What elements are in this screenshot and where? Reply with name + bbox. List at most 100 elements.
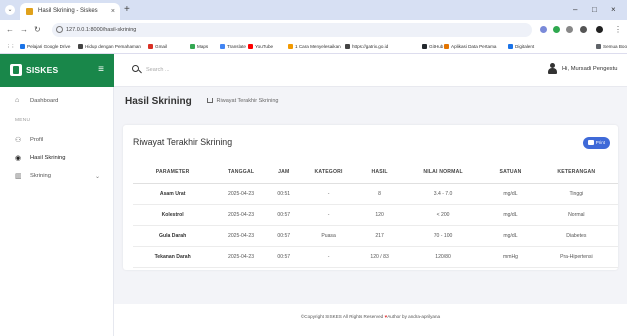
- bookmark-icon: [78, 44, 83, 50]
- bookmark-icon: [148, 44, 153, 50]
- browser-tab[interactable]: Hasil Skrining - Siskes ×: [20, 3, 120, 20]
- extensions-puzzle-icon[interactable]: [566, 26, 573, 33]
- bookmark-item[interactable]: Maps: [190, 40, 209, 53]
- bookmark-label: Hidup dengan Pemahaman: [85, 44, 141, 49]
- table-cell-satuan: mmHg: [486, 246, 535, 268]
- table-cell-parameter: Asam Urat: [133, 183, 213, 205]
- table-cell-satuan: mg/dL: [486, 204, 535, 226]
- browser-tab-bar: ⌄ Hasil Skrining - Siskes × + – □ ×: [0, 0, 627, 20]
- tab-title: Hasil Skrining - Siskes: [38, 8, 98, 14]
- site-info-icon[interactable]: [56, 26, 63, 33]
- menu-toggle-icon[interactable]: ≡: [98, 64, 104, 76]
- brand-name: SISKES: [26, 65, 59, 75]
- table-cell-kategori: -: [297, 204, 360, 226]
- table-cell-hasil: 217: [359, 225, 400, 247]
- bookmark-item[interactable]: 1 Cara Menyelesaikan: [288, 40, 341, 53]
- bookmark-item[interactable]: Gmail: [148, 40, 167, 53]
- home-icon[interactable]: [207, 98, 213, 103]
- bookmark-item[interactable]: YouTube: [248, 40, 273, 53]
- maximize-button[interactable]: □: [592, 3, 597, 17]
- search-input[interactable]: [146, 64, 236, 76]
- close-window-button[interactable]: ×: [611, 3, 616, 17]
- tab-close-icon[interactable]: ×: [111, 3, 115, 20]
- table-cell-tanggal: 2025-04-23: [212, 246, 270, 268]
- forward-icon[interactable]: →: [20, 24, 28, 36]
- bookmark-item[interactable]: Aplikasi Data Pertama: [444, 40, 497, 53]
- table-cell-keterangan: Tinggi: [534, 183, 618, 205]
- table-cell-jam: 00:57: [269, 246, 298, 268]
- footer-text: ©Copyright SISKES All Rights Reserved ♥A…: [114, 314, 627, 319]
- tab-search-icon[interactable]: ⌄: [5, 5, 15, 15]
- sidebar-item-label: Profil: [30, 137, 44, 143]
- bookmark-label: Maps: [197, 44, 209, 49]
- home-icon: ⌂: [15, 97, 20, 104]
- table-cell-keterangan: Normal: [534, 204, 618, 226]
- column-header: JAM: [269, 162, 298, 184]
- app-topbar: Hi, Mursadi Pengestu: [114, 54, 627, 87]
- bookmark-item[interactable]: Hidup dengan Pemahaman: [78, 40, 141, 53]
- table-row: Tekanan Darah 2025-04-23 00:57-120 / 83 120…: [133, 246, 618, 268]
- profile-icon[interactable]: [596, 26, 603, 33]
- footer: ©Copyright SISKES All Rights Reserved ♥A…: [114, 304, 627, 336]
- table-cell-satuan: mg/dL: [486, 183, 535, 205]
- copyright-text: ©Copyright SISKES All Rights Reserved: [300, 314, 384, 319]
- bookmark-item[interactable]: https://gatrix.go.id: [345, 40, 389, 53]
- browser-menu-icon[interactable]: ⋮: [614, 24, 622, 36]
- column-header: KETERANGAN: [534, 162, 618, 184]
- extension-icon[interactable]: [553, 26, 560, 33]
- bookmark-label: Digitalent: [515, 44, 535, 49]
- bookmark-label: Aplikasi Data Pertama: [451, 44, 497, 49]
- table-cell-hasil: 120 / 83: [359, 246, 400, 268]
- apps-icon[interactable]: ⋮⋮: [6, 40, 15, 53]
- table-cell-jam: 00:57: [269, 225, 298, 247]
- bookmark-item[interactable]: Translate: [220, 40, 246, 53]
- table-cell-nilai-normal: 3.4 - 7.0: [399, 183, 487, 205]
- table-cell-tanggal: 2025-04-23: [212, 183, 270, 205]
- extension-icon[interactable]: [540, 26, 547, 33]
- table-cell-kategori: -: [297, 246, 360, 268]
- table-cell-nilai-normal: 70 - 100: [399, 225, 487, 247]
- bookmark-icon: [288, 44, 293, 50]
- column-header: SATUAN: [486, 162, 535, 184]
- bookmark-item[interactable]: Digitalent: [508, 40, 535, 53]
- users-icon: ⚇: [15, 137, 22, 144]
- results-card: Riwayat Terakhir Skrining Print PARAMETE…: [123, 125, 618, 270]
- dot-circle-icon: ◉: [15, 155, 22, 162]
- bookmark-label: Gmail: [155, 44, 167, 49]
- search-icon: [132, 65, 139, 72]
- table-cell-kategori: -: [297, 183, 360, 205]
- table-header-row: PARAMETER TANGGAL JAM KATEGORI HASIL NILAI NO…: [133, 162, 618, 184]
- bookmark-label: Translate: [227, 44, 246, 49]
- user-name[interactable]: Hi, Mursadi Pengestu: [562, 66, 617, 72]
- url-text: 127.0.0.1:8000/hasil-skrining: [66, 27, 137, 33]
- table-body: Asam Urat 2025-04-23 00:51-8 3.4 - 7.0 mg/dL…: [133, 183, 618, 268]
- sidebar: SISKES ≡ ⌂ Dashboard MENU ⚇ Profil ◉ Has…: [0, 54, 114, 336]
- download-icon[interactable]: [580, 26, 587, 33]
- url-input[interactable]: 127.0.0.1:8000/hasil-skrining: [52, 23, 532, 37]
- bookmark-label: GitHub: [429, 44, 444, 49]
- sidebar-item-label: Hasil Skrining: [30, 155, 66, 161]
- column-header: KATEGORI: [297, 162, 360, 184]
- bookmark-label: Semua Bookmark: [603, 44, 627, 49]
- table-cell-nilai-normal: 120/80: [399, 246, 487, 268]
- back-icon[interactable]: ←: [6, 24, 14, 36]
- address-bar-row: ← → ↻ 127.0.0.1:8000/hasil-skrining ⋮: [0, 20, 627, 40]
- table-cell-tanggal: 2025-04-23: [212, 225, 270, 247]
- print-button[interactable]: Print: [583, 137, 610, 149]
- bookmark-item[interactable]: Pelajari Google Drive: [20, 40, 71, 53]
- bookmark-icon: [248, 44, 253, 50]
- bookmark-icon: [20, 44, 25, 50]
- reload-icon[interactable]: ↻: [34, 24, 41, 36]
- new-tab-button[interactable]: +: [124, 3, 130, 17]
- logo-icon: [10, 64, 22, 76]
- table-cell-satuan: mg/dL: [486, 225, 535, 247]
- results-table: PARAMETER TANGGAL JAM KATEGORI HASIL NILAI NO…: [133, 162, 618, 268]
- bookmark-item[interactable]: GitHub: [422, 40, 444, 53]
- bookmark-item[interactable]: Semua Bookmark: [596, 40, 627, 53]
- table-cell-parameter: Gula Darah: [133, 225, 213, 247]
- minimize-button[interactable]: –: [573, 3, 577, 17]
- chevron-down-icon[interactable]: ⌄: [95, 173, 100, 180]
- user-icon[interactable]: [548, 63, 557, 74]
- bookmark-label: Pelajari Google Drive: [27, 44, 71, 49]
- bookmark-label: https://gatrix.go.id: [352, 44, 389, 49]
